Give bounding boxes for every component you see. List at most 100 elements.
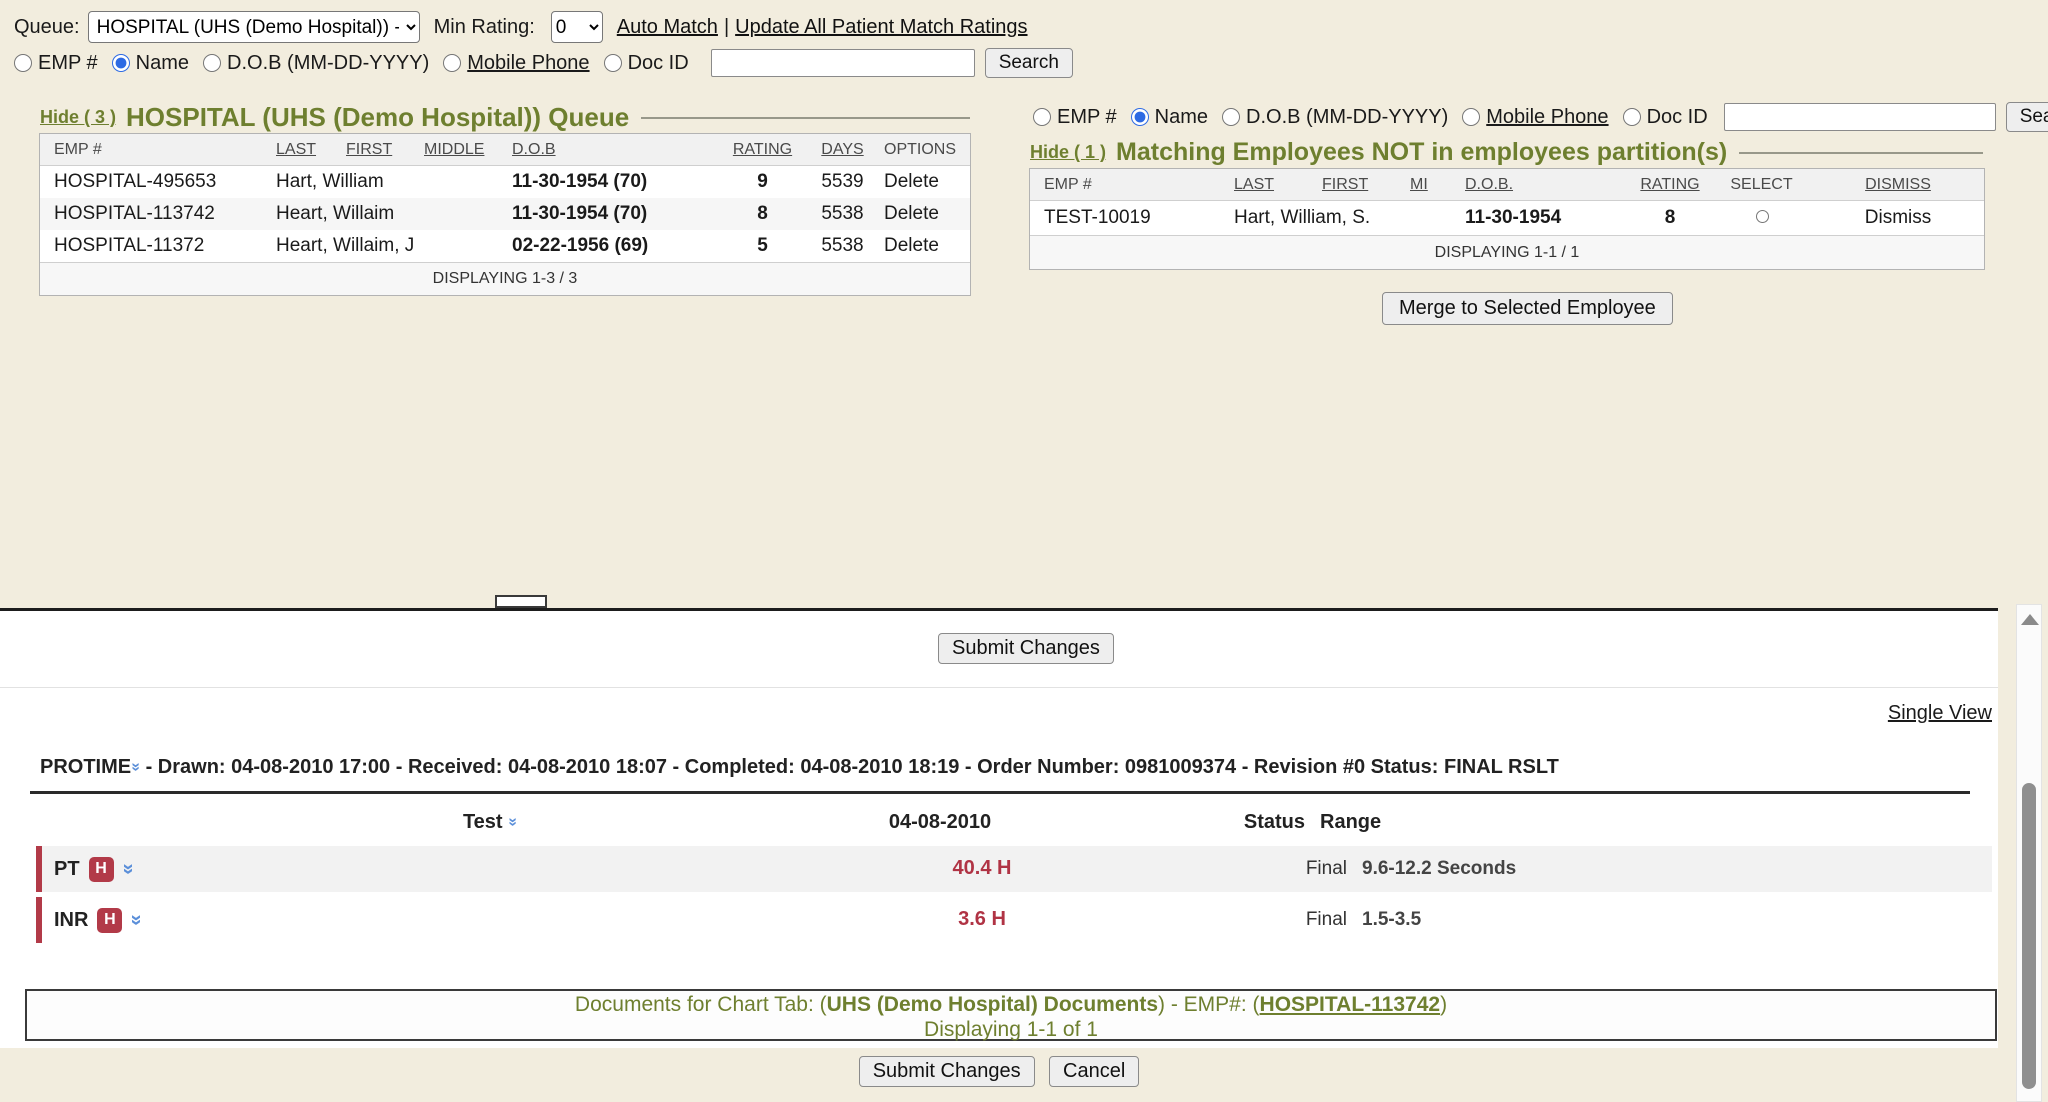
scroll-up-arrow-icon[interactable]: [2021, 614, 2039, 625]
search-option-name: Name: [112, 52, 189, 75]
row-dob: 02-22-1956 (69): [508, 235, 720, 257]
result-value: 3.6 H: [882, 908, 1082, 931]
queue-table-row: HOSPITAL-113742 Heart, Willaim 11-30-195…: [40, 198, 970, 230]
row-rating: 8: [720, 203, 805, 225]
col-first[interactable]: FIRST: [342, 141, 420, 159]
vertical-scrollbar[interactable]: [2016, 604, 2042, 1102]
name-radio[interactable]: [1131, 108, 1149, 126]
col-mi[interactable]: MI: [1406, 176, 1461, 194]
expand-result-chevron-icon[interactable]: [118, 863, 138, 874]
emp-radio[interactable]: [1033, 108, 1051, 126]
col-first[interactable]: FIRST: [1318, 176, 1406, 194]
row-days: 5538: [805, 235, 880, 257]
col-days[interactable]: DAYS: [805, 141, 880, 159]
name-radio-label: Name: [1155, 106, 1208, 129]
bottom-button-bar: Submit Changes Cancel: [0, 1056, 1998, 1087]
match-table: EMP # LAST FIRST MI D.O.B. RATING SELECT…: [1029, 168, 1985, 270]
row-rating: 8: [1631, 207, 1709, 229]
auto-match-link[interactable]: Auto Match: [617, 16, 718, 38]
col-dismiss[interactable]: DISMISS: [1814, 176, 1982, 194]
row-rating: 5: [720, 235, 805, 257]
result-name-group: INR H: [54, 897, 143, 943]
match-search-input[interactable]: [1724, 103, 1996, 131]
scrollbar-thumb[interactable]: [2022, 783, 2036, 1089]
col-rating[interactable]: RATING: [720, 141, 805, 159]
queue-search-input[interactable]: [711, 49, 975, 77]
queue-table-header: EMP # LAST FIRST MIDDLE D.O.B RATING DAY…: [40, 134, 970, 166]
min-rating-select[interactable]: 0: [551, 11, 603, 43]
doc-id-radio[interactable]: [1623, 108, 1641, 126]
dob-radio[interactable]: [1222, 108, 1240, 126]
merge-to-selected-button[interactable]: Merge to Selected Employee: [1382, 292, 1673, 325]
match-panel-title: Matching Employees NOT in employees part…: [1116, 138, 1727, 167]
partial-scrolled-element: [495, 595, 547, 608]
link-separator: |: [724, 16, 729, 38]
mobile-phone-radio-label: Mobile Phone: [467, 52, 589, 75]
cancel-button[interactable]: Cancel: [1049, 1056, 1139, 1087]
search-option-docid: Doc ID: [604, 52, 689, 75]
queue-toolbar: Queue: HOSPITAL (UHS (Demo Hospital)) - …: [14, 10, 1028, 44]
collapse-order-chevron-icon[interactable]: [128, 763, 144, 772]
col-dob[interactable]: D.O.B: [508, 141, 720, 159]
select-employee-radio[interactable]: [1756, 210, 1769, 223]
search-option-emp: EMP #: [14, 52, 98, 75]
high-flag-badge: H: [97, 908, 122, 933]
expand-result-chevron-icon[interactable]: [127, 914, 147, 925]
single-view-link[interactable]: Single View: [1888, 702, 1992, 725]
queue-search-button[interactable]: Search: [985, 48, 1073, 78]
col-middle[interactable]: MIDDLE: [420, 141, 508, 159]
row-days: 5538: [805, 203, 880, 225]
test-name: INR: [54, 909, 88, 932]
delete-link[interactable]: Delete: [880, 235, 968, 257]
dismiss-link[interactable]: Dismiss: [1814, 207, 1982, 229]
dob-radio[interactable]: [203, 54, 221, 72]
result-status: Final: [1252, 858, 1347, 880]
queue-table: EMP # LAST FIRST MIDDLE D.O.B RATING DAY…: [39, 133, 971, 296]
emp-radio-label: EMP #: [38, 52, 98, 75]
row-name: Heart, Willaim: [272, 203, 508, 225]
mobile-phone-radio[interactable]: [443, 54, 461, 72]
test-name: PT: [54, 858, 80, 881]
delete-link[interactable]: Delete: [880, 171, 968, 193]
results-section: Submit Changes Single View PROTIME - Dra…: [0, 608, 1998, 1048]
documents-emp-link[interactable]: HOSPITAL-113742: [1260, 993, 1441, 1016]
match-search-button[interactable]: Search: [2006, 102, 2048, 132]
mobile-phone-radio-label: Mobile Phone: [1486, 106, 1608, 129]
match-search-bar: EMP # Name D.O.B (MM-DD-YYYY) Mobile Pho…: [1033, 102, 2048, 132]
order-details: - Drawn: 04-08-2010 17:00 - Received: 04…: [146, 756, 1559, 778]
col-last[interactable]: LAST: [272, 141, 342, 159]
row-rating: 9: [720, 171, 805, 193]
toolbar-links: Auto Match | Update All Patient Match Rati…: [617, 16, 1028, 39]
documents-footer-box: Documents for Chart Tab: (UHS (Demo Hosp…: [25, 989, 1997, 1041]
row-name: Heart, Willaim, J: [272, 235, 508, 257]
queue-table-footer: DISPLAYING 1-3 / 3: [40, 262, 970, 295]
search-option-dob: D.O.B (MM-DD-YYYY): [1222, 106, 1448, 129]
sort-test-chevron-icon[interactable]: [505, 818, 521, 827]
search-option-docid: Doc ID: [1623, 106, 1708, 129]
name-radio[interactable]: [112, 54, 130, 72]
mobile-phone-radio[interactable]: [1462, 108, 1480, 126]
col-dob[interactable]: D.O.B.: [1461, 176, 1631, 194]
results-submit-changes-button[interactable]: Submit Changes: [938, 633, 1114, 664]
update-all-ratings-link[interactable]: Update All Patient Match Ratings: [735, 16, 1027, 38]
submit-changes-button[interactable]: Submit Changes: [859, 1056, 1035, 1087]
col-rating[interactable]: RATING: [1631, 176, 1709, 194]
col-range: Range: [1320, 811, 1381, 834]
row-dob: 11-30-1954 (70): [508, 171, 720, 193]
documents-line2: Displaying 1-1 of 1: [27, 1017, 1995, 1042]
delete-link[interactable]: Delete: [880, 203, 968, 225]
col-last[interactable]: LAST: [1230, 176, 1318, 194]
queue-panel-legend: Hide ( 3 ) HOSPITAL (UHS (Demo Hospital)…: [40, 102, 970, 133]
col-test: Test: [390, 811, 590, 834]
search-option-name: Name: [1131, 106, 1208, 129]
queue-hide-link[interactable]: Hide ( 3 ): [40, 107, 116, 128]
queue-select[interactable]: HOSPITAL (UHS (Demo Hospital)) - 3: [88, 11, 420, 43]
col-emp: EMP #: [40, 141, 272, 159]
search-option-emp: EMP #: [1033, 106, 1117, 129]
doc-id-radio[interactable]: [604, 54, 622, 72]
emp-radio[interactable]: [14, 54, 32, 72]
match-hide-link[interactable]: Hide ( 1 ): [1030, 142, 1106, 163]
single-view-bar: Single View: [0, 687, 1998, 733]
row-name: Hart, William, S.: [1230, 207, 1461, 229]
dob-radio-label: D.O.B (MM-DD-YYYY): [227, 52, 429, 75]
